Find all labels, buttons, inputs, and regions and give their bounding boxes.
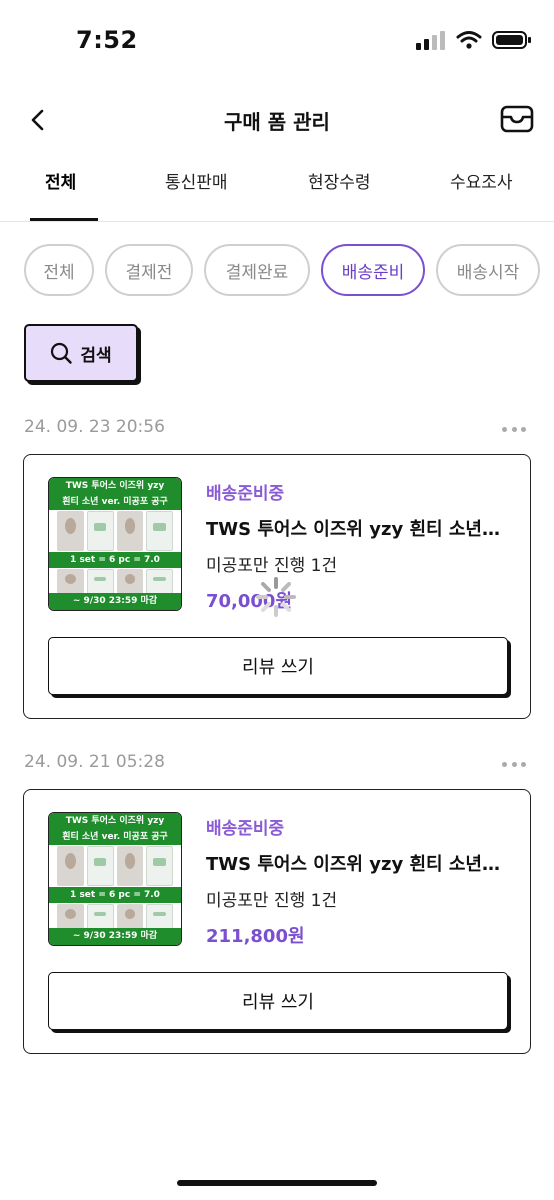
- status-icons: [416, 30, 532, 50]
- search-icon: [51, 342, 73, 364]
- photocard-image: [57, 511, 84, 551]
- photocard-image: [116, 511, 144, 551]
- photocard-image: [57, 904, 84, 929]
- filter-chip-shipping-started[interactable]: 배송시작: [436, 244, 540, 296]
- status-filter-chips: 전체 결제전 결제완료 배송준비 배송시작: [0, 240, 554, 300]
- thumbnail-deadline: ~ 9/30 23:59 마감: [49, 593, 181, 610]
- photocard-image: [146, 904, 173, 929]
- photocard-image: [146, 511, 173, 551]
- loading-spinner-icon: [256, 577, 296, 617]
- photocard-image: [116, 569, 144, 594]
- photocard-image: [86, 511, 114, 551]
- search-label: 검색: [80, 345, 112, 366]
- photocard-image: [86, 569, 114, 594]
- photocard-image: [116, 846, 144, 886]
- order-date: 24. 09. 21 05:28: [24, 752, 165, 772]
- tab-demand-survey[interactable]: 수요조사: [450, 168, 513, 193]
- more-dot-icon: [511, 761, 517, 767]
- photocard-image: [57, 569, 84, 594]
- product-name: TWS 투어스 이즈위 yzy 흰티 소년 ...: [206, 854, 506, 875]
- home-indicator[interactable]: [177, 1180, 377, 1186]
- order-status: 배송준비중: [206, 484, 285, 504]
- photocard-grid: [57, 904, 173, 929]
- thumbnail-deadline: ~ 9/30 23:59 마감: [49, 928, 181, 945]
- photocard-grid: [57, 846, 173, 886]
- order-status: 배송준비중: [206, 819, 285, 839]
- inbox-button[interactable]: [500, 104, 534, 136]
- thumbnail-subtitle: 흰티 소년 ver. 미공포 공구: [49, 495, 181, 510]
- active-tab-indicator: [30, 218, 98, 221]
- thumbnail-set-info: 1 set = 6 pc = 7.0: [49, 887, 181, 903]
- filter-chip-shipping-prep[interactable]: 배송준비: [321, 244, 425, 296]
- thumbnail-title: TWS 투어스 이즈위 yzy: [49, 813, 181, 830]
- battery-icon: [492, 31, 531, 49]
- tab-all[interactable]: 전체: [45, 168, 76, 193]
- more-dot-icon: [502, 761, 507, 767]
- filter-chip-payment-complete[interactable]: 결제완료: [204, 244, 310, 296]
- thumbnail-set-info: 1 set = 6 pc = 7.0: [49, 552, 181, 568]
- page-title: 구매 폼 관리: [224, 110, 330, 134]
- write-review-button[interactable]: 리뷰 쓰기: [48, 637, 508, 695]
- more-dot-icon: [502, 426, 507, 432]
- photocard-image: [146, 846, 173, 886]
- order-option: 미공포만 진행 1건: [206, 891, 338, 911]
- more-dot-icon: [521, 426, 526, 432]
- app-header: 구매 폼 관리: [0, 96, 554, 146]
- wifi-icon: [456, 31, 482, 49]
- search-button[interactable]: 검색: [24, 324, 138, 382]
- order-card[interactable]: TWS 투어스 이즈위 yzy 흰티 소년 ver. 미공포 공구 1 set …: [23, 454, 531, 719]
- order-card[interactable]: TWS 투어스 이즈위 yzy 흰티 소년 ver. 미공포 공구 1 set …: [23, 789, 531, 1054]
- filter-chip-all[interactable]: 전체: [24, 244, 94, 296]
- tab-onsite-pickup[interactable]: 현장수령: [308, 168, 371, 193]
- cellular-signal-icon: [416, 31, 445, 50]
- product-name: TWS 투어스 이즈위 yzy 흰티 소년 ...: [206, 519, 506, 540]
- order-price: 211,800원: [206, 926, 305, 947]
- photocard-grid: [57, 569, 173, 594]
- more-dot-icon: [511, 426, 517, 432]
- write-review-button[interactable]: 리뷰 쓰기: [48, 972, 508, 1030]
- status-bar: 7:52: [0, 0, 554, 84]
- photocard-image: [86, 846, 114, 886]
- photocard-image: [86, 904, 114, 929]
- thumbnail-title: TWS 투어스 이즈위 yzy: [49, 478, 181, 495]
- order-option: 미공포만 진행 1건: [206, 556, 338, 576]
- order-date: 24. 09. 23 20:56: [24, 417, 165, 437]
- photocard-image: [57, 846, 84, 886]
- product-thumbnail[interactable]: TWS 투어스 이즈위 yzy 흰티 소년 ver. 미공포 공구 1 set …: [48, 812, 182, 946]
- photocard-image: [146, 569, 173, 594]
- status-time: 7:52: [76, 26, 138, 54]
- photocard-image: [116, 904, 144, 929]
- thumbnail-subtitle: 흰티 소년 ver. 미공포 공구: [49, 830, 181, 845]
- tab-mail-order[interactable]: 통신판매: [165, 168, 228, 193]
- more-options-button[interactable]: [502, 423, 526, 435]
- photocard-grid: [57, 511, 173, 551]
- more-options-button[interactable]: [502, 758, 526, 770]
- product-thumbnail[interactable]: TWS 투어스 이즈위 yzy 흰티 소년 ver. 미공포 공구 1 set …: [48, 477, 182, 611]
- more-dot-icon: [521, 761, 526, 767]
- filter-chip-before-payment[interactable]: 결제전: [105, 244, 193, 296]
- inbox-icon: [500, 105, 534, 133]
- category-tabs: 전체 통신판매 현장수령 수요조사: [0, 152, 554, 222]
